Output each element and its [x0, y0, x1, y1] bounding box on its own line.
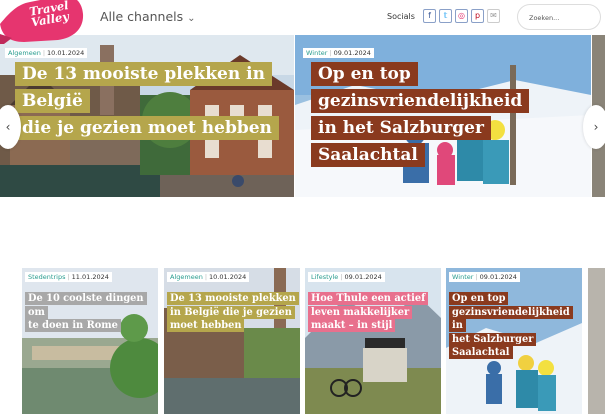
- title-line: De 13 mooiste plekken in België: [15, 62, 272, 113]
- mail-icon[interactable]: ✉: [487, 9, 500, 23]
- card-meta: Lifestyle | 09.01.2024: [308, 272, 385, 282]
- title-line: het Salzburger: [449, 332, 537, 346]
- card-meta: Algemeen | 10.01.2024: [167, 272, 250, 282]
- date-label: 09.01.2024: [344, 273, 382, 281]
- pinterest-icon[interactable]: p: [471, 9, 484, 23]
- card-next-peek: [588, 268, 605, 414]
- title-line: De 10 coolste dingen om: [25, 292, 147, 319]
- chevron-right-icon: ›: [593, 120, 599, 134]
- title-line: te doen in Rome: [25, 319, 121, 333]
- category-label[interactable]: Winter: [306, 49, 327, 57]
- hero-title[interactable]: Op en top gezinsvriendelijkheid in het S…: [311, 61, 589, 169]
- hero-slide-saalachtal[interactable]: Winter | 09.01.2024 Op en top gezinsvriend…: [295, 35, 591, 197]
- date-label: 10.01.2024: [47, 49, 85, 57]
- article-card-rome[interactable]: Stedentrips | 11.01.2024 De 10 coolste din…: [22, 268, 158, 414]
- hero-slide-belgium[interactable]: Algemeen | 10.01.2024 De 13 mooiste plekke…: [0, 35, 294, 197]
- title-line: Op en top: [449, 292, 509, 305]
- search-input[interactable]: Zoeken...: [517, 4, 601, 30]
- title-line: die je gezien moet hebben: [15, 116, 279, 140]
- card-title[interactable]: Op en top gezinsvriendelijkheid in het S…: [449, 292, 582, 360]
- card-title[interactable]: Hoe Thule een actief leven makkelijker m…: [308, 292, 441, 333]
- title-line: leven makkelijker: [308, 305, 413, 319]
- thule-car-image: [305, 268, 441, 414]
- category-label[interactable]: Algemeen: [170, 273, 203, 281]
- bruges-canal-image: [164, 268, 300, 414]
- date-label: 09.01.2024: [479, 273, 517, 281]
- title-line: Op en top gezinsvriendelijkheid: [311, 62, 530, 113]
- article-card-belgium[interactable]: Algemeen | 10.01.2024 De 13 mooiste plekke…: [164, 268, 300, 414]
- rome-river-image: [22, 268, 158, 414]
- title-line: in België die je gezien: [167, 305, 295, 319]
- hero-meta: Winter | 09.01.2024: [303, 48, 374, 58]
- card-title[interactable]: De 13 mooiste plekken in België die je g…: [167, 292, 300, 333]
- instagram-icon[interactable]: ◎: [455, 9, 468, 23]
- facebook-icon[interactable]: f: [423, 9, 436, 23]
- socials-label: Socials: [387, 12, 415, 21]
- hero-meta: Algemeen | 10.01.2024: [5, 48, 88, 58]
- title-line: Saalachtal: [449, 346, 513, 360]
- category-label[interactable]: Lifestyle: [311, 273, 338, 281]
- carousel-next-button[interactable]: ›: [583, 105, 605, 149]
- article-card-thule[interactable]: Lifestyle | 09.01.2024 Hoe Thule een actie…: [305, 268, 441, 414]
- search-placeholder: Zoeken...: [529, 14, 560, 22]
- article-card-saalachtal[interactable]: Winter | 09.01.2024 Op en top gezinsvriend…: [446, 268, 582, 414]
- site-header: Travel Valley Alle channels ⌄ Socials f 𝕥…: [0, 0, 605, 44]
- category-label[interactable]: Winter: [452, 273, 473, 281]
- title-line: in het Salzburger Saalachtal: [311, 116, 491, 167]
- chevron-left-icon: ‹: [5, 120, 11, 134]
- title-line: De 13 mooiste plekken: [167, 292, 299, 305]
- title-line: moet hebben: [167, 319, 245, 333]
- chevron-down-icon: ⌄: [187, 13, 196, 24]
- category-label[interactable]: Stedentrips: [28, 273, 65, 281]
- card-title[interactable]: De 10 coolste dingen om te doen in Rome: [25, 292, 158, 333]
- card-meta: Stedentrips | 11.01.2024: [25, 272, 112, 282]
- title-line: Hoe Thule een actief: [308, 292, 429, 305]
- category-label[interactable]: Algemeen: [8, 49, 41, 57]
- channels-dropdown[interactable]: Alle channels ⌄: [100, 9, 196, 24]
- date-label: 10.01.2024: [209, 273, 247, 281]
- date-label: 09.01.2024: [333, 49, 371, 57]
- card-meta: Winter | 09.01.2024: [449, 272, 520, 282]
- title-line: gezinsvriendelijkheid in: [449, 305, 573, 333]
- hero-title[interactable]: De 13 mooiste plekken in België die je g…: [15, 61, 290, 142]
- title-line: maakt – in stijl: [308, 319, 396, 333]
- twitter-icon[interactable]: 𝕥: [439, 9, 452, 23]
- date-label: 11.01.2024: [71, 273, 109, 281]
- channels-label: Alle channels: [100, 9, 184, 24]
